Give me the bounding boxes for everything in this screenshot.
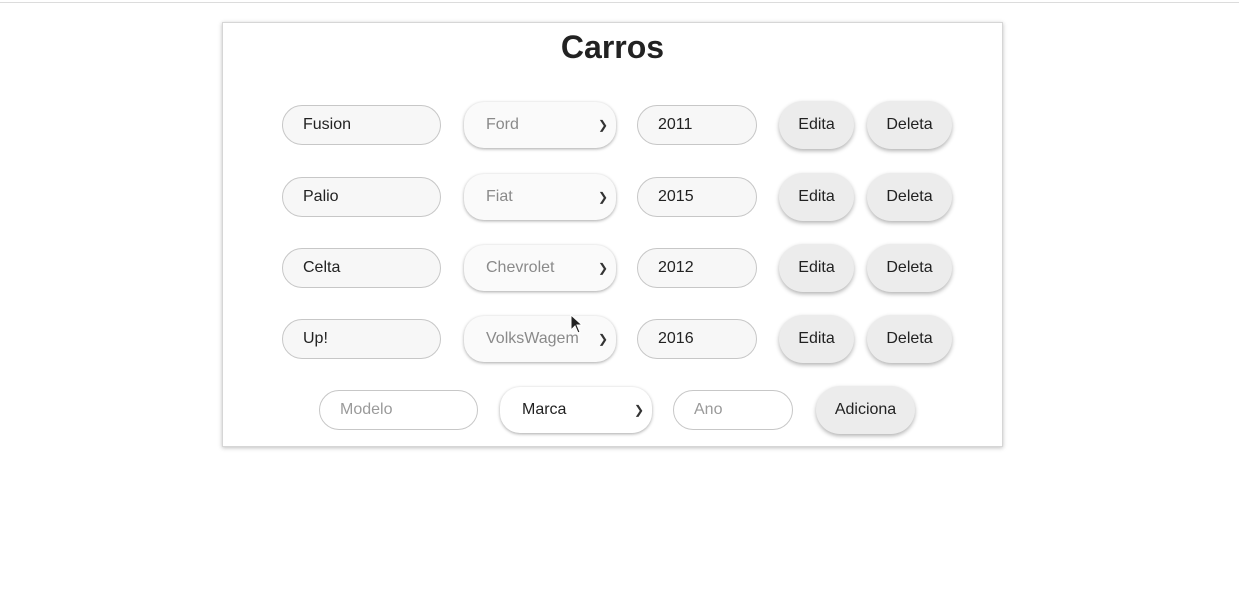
delete-button[interactable]: Deleta (867, 315, 952, 363)
year-field[interactable]: 2015 (637, 177, 757, 217)
delete-button[interactable]: Deleta (867, 101, 952, 149)
brand-select-value: VolksWagem (486, 330, 579, 347)
brand-select-value: Ford (486, 116, 519, 133)
delete-button[interactable]: Deleta (867, 173, 952, 221)
brand-select-value: Fiat (486, 188, 513, 205)
car-row: Palio Fiat ❯ 2015 Edita Deleta (223, 173, 1004, 223)
chevron-down-icon: ❯ (597, 261, 608, 275)
model-field[interactable]: Fusion (282, 105, 441, 145)
edit-button[interactable]: Edita (779, 101, 854, 149)
car-row: Celta Chevrolet ❯ 2012 Edita Deleta (223, 244, 1004, 294)
brand-select[interactable]: Chevrolet ❯ (464, 245, 616, 291)
car-row: Fusion Ford ❯ 2011 Edita Deleta (223, 101, 1004, 151)
model-field[interactable]: Celta (282, 248, 441, 288)
year-field[interactable]: 2016 (637, 319, 757, 359)
cars-panel: Carros Fusion Ford ❯ 2011 Edita Deleta P… (222, 22, 1003, 447)
edit-button[interactable]: Edita (779, 244, 854, 292)
brand-select-value: Chevrolet (486, 259, 555, 276)
car-row: Up! VolksWagem ❯ 2016 Edita Deleta (223, 315, 1004, 365)
chevron-down-icon: ❯ (597, 332, 608, 346)
chevron-down-icon: ❯ (597, 118, 608, 132)
brand-select[interactable]: VolksWagem ❯ (464, 316, 616, 362)
add-button[interactable]: Adiciona (816, 386, 915, 434)
page-title: Carros (560, 29, 665, 65)
year-input[interactable] (673, 390, 793, 430)
edit-button[interactable]: Edita (779, 173, 854, 221)
model-field[interactable]: Palio (282, 177, 441, 217)
year-field[interactable]: 2012 (637, 248, 757, 288)
brand-select-value: Marca (522, 401, 567, 418)
top-divider (0, 2, 1239, 3)
add-car-form: Marca ❯ Adiciona (223, 386, 1004, 436)
brand-select[interactable]: Ford ❯ (464, 102, 616, 148)
chevron-down-icon: ❯ (633, 403, 644, 417)
chevron-down-icon: ❯ (597, 190, 608, 204)
model-field[interactable]: Up! (282, 319, 441, 359)
brand-select[interactable]: Fiat ❯ (464, 174, 616, 220)
brand-select[interactable]: Marca ❯ (500, 387, 652, 433)
model-input[interactable] (319, 390, 478, 430)
edit-button[interactable]: Edita (779, 315, 854, 363)
year-field[interactable]: 2011 (637, 105, 757, 145)
delete-button[interactable]: Deleta (867, 244, 952, 292)
mouse-pointer-icon (570, 314, 584, 334)
